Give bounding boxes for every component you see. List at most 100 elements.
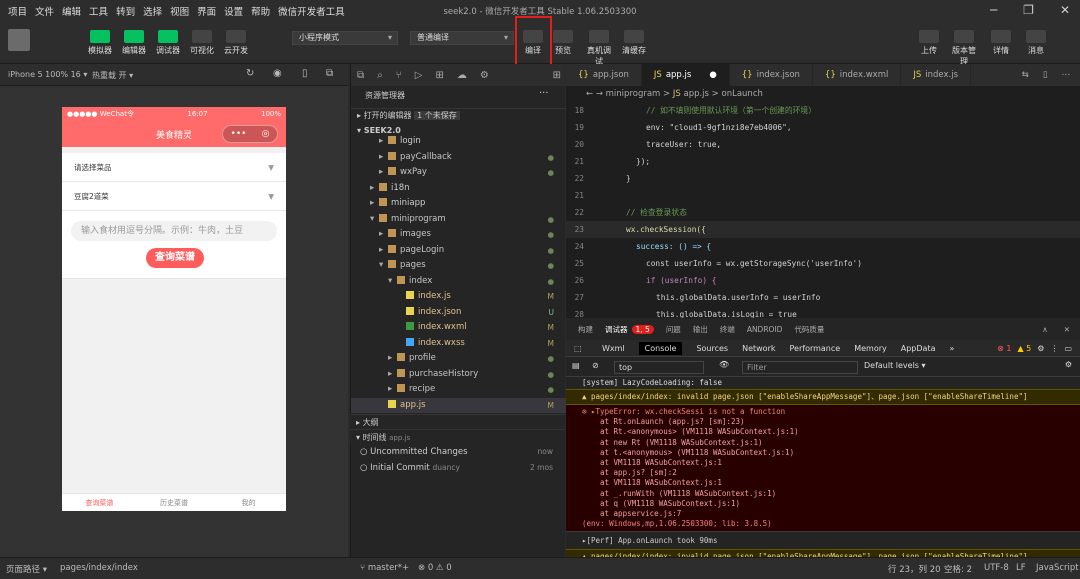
- more-icon[interactable]: •••: [231, 129, 247, 139]
- console-line[interactable]: ⊗ ▸TypeError: wx.checkSessi is not a fun…: [566, 405, 1080, 418]
- dish-picker[interactable]: 请选择菜品 ▼: [62, 153, 286, 182]
- 版本管理-button[interactable]: 版本管理: [950, 30, 978, 67]
- debug-icon[interactable]: ▷: [415, 70, 423, 81]
- layout-icon[interactable]: ▯: [1043, 64, 1048, 86]
- devtools-tab[interactable]: AppData: [901, 344, 936, 353]
- indent-setting[interactable]: 空格: 2: [944, 563, 972, 575]
- close-panel-icon[interactable]: ✕: [1064, 325, 1070, 334]
- devtools-tab[interactable]: Console: [638, 341, 683, 355]
- tree-item[interactable]: ▸ pageLogin ●: [351, 243, 566, 259]
- open-editors-section[interactable]: ▸ 打开的编辑器 1 个未保存: [351, 108, 566, 122]
- devtools-tab[interactable]: Performance: [790, 344, 841, 353]
- tree-item[interactable]: index.json U: [351, 305, 566, 321]
- 云开发-button[interactable]: 云开发: [222, 30, 250, 56]
- avatar[interactable]: [8, 29, 30, 51]
- panel-tab[interactable]: 代码质量: [794, 324, 824, 335]
- page-path-label[interactable]: 页面路径 ▾: [6, 563, 47, 575]
- gear-icon[interactable]: ⚙: [1037, 344, 1044, 353]
- more-icon[interactable]: ⋮: [1050, 344, 1058, 353]
- code-editor[interactable]: 18 // 如不填则使用默认环境（第一个创建的环境） 19 env: "cloud1-…: [566, 102, 1080, 319]
- menu-item[interactable]: 文件: [35, 4, 54, 18]
- source-control-icon[interactable]: ⑂: [396, 70, 402, 81]
- ingredient-input[interactable]: 输入食材用逗号分隔。示例：牛肉，土豆: [71, 221, 277, 241]
- menu-item[interactable]: 帮助: [251, 4, 270, 18]
- search-icon[interactable]: ⌕: [377, 70, 383, 81]
- query-recipe-button[interactable]: 查询菜谱: [146, 248, 204, 268]
- console-line[interactable]: ▲ pages/index/index: invalid page.json […: [566, 549, 1080, 557]
- menu-item[interactable]: 编辑: [62, 4, 81, 18]
- clear-console-icon[interactable]: ⊘: [592, 361, 599, 370]
- tree-item[interactable]: index.wxml M: [351, 320, 566, 336]
- tree-item[interactable]: ▸ profile ●: [351, 351, 566, 367]
- maximize-icon[interactable]: ❐: [1023, 3, 1034, 17]
- close-mini-icon[interactable]: ◎: [262, 129, 270, 139]
- menu-item[interactable]: 工具: [89, 4, 108, 18]
- tree-item[interactable]: app.js M: [351, 397, 566, 413]
- 真机调试-button[interactable]: 真机调试: [585, 30, 613, 67]
- context-select[interactable]: top: [614, 361, 704, 374]
- branch-label[interactable]: ⑂ master*+: [360, 563, 409, 573]
- rotate-icon[interactable]: ↻: [246, 68, 254, 79]
- tree-item[interactable]: index.wxss M: [351, 336, 566, 352]
- panel-tab[interactable]: 终端: [720, 324, 735, 335]
- breadcrumb-item[interactable]: miniprogram: [606, 89, 661, 99]
- devtools-tab[interactable]: Memory: [854, 344, 887, 353]
- encoding[interactable]: UTF-8: [984, 563, 1009, 573]
- 上传-button[interactable]: 上传: [915, 30, 943, 56]
- problems-count[interactable]: ⊗ 0 ⚠ 0: [418, 563, 452, 573]
- compile-select[interactable]: 普通编译: [410, 31, 514, 45]
- 预览-button[interactable]: 预览: [549, 30, 577, 56]
- menu-item[interactable]: 微信开发者工具: [278, 4, 345, 18]
- add-icon[interactable]: ⊞: [553, 70, 561, 81]
- tree-item[interactable]: ▸ i18n: [351, 181, 566, 197]
- nav-arrows[interactable]: ← →: [586, 89, 606, 99]
- eol[interactable]: LF: [1016, 563, 1026, 573]
- count-picker[interactable]: 豆腐2道菜 ▼: [62, 182, 286, 211]
- more-icon[interactable]: ⋯: [1062, 64, 1071, 86]
- unsaved-dot-icon[interactable]: ●: [709, 70, 716, 80]
- sidebar-toggle-icon[interactable]: ▤: [572, 361, 580, 370]
- gear-icon[interactable]: ⚙: [1065, 360, 1072, 369]
- 模拟器-button[interactable]: 模拟器: [86, 30, 114, 56]
- phone-tab[interactable]: 我的: [211, 494, 286, 511]
- warning-count[interactable]: ▲ 5: [1017, 344, 1031, 353]
- phone-tab[interactable]: 查询菜谱: [62, 494, 137, 511]
- 编辑器-button[interactable]: 编辑器: [120, 30, 148, 56]
- filter-input[interactable]: Filter: [742, 361, 858, 374]
- capsule-menu[interactable]: ••• ◎: [222, 125, 278, 143]
- mode-select[interactable]: 小程序模式: [292, 31, 398, 45]
- panel-tab[interactable]: ANDROID: [747, 325, 783, 334]
- 消息-button[interactable]: 消息: [1022, 30, 1050, 56]
- collapse-panel-icon[interactable]: ∧: [1042, 325, 1048, 334]
- editor-tab[interactable]: {} index.json: [730, 64, 813, 86]
- tree-item[interactable]: ▾ miniprogram ●: [351, 212, 566, 228]
- files-icon[interactable]: ⧉: [357, 70, 364, 81]
- breadcrumb-item[interactable]: app.js: [683, 89, 709, 99]
- console-line[interactable]: ▲ pages/index/index: invalid page.json […: [566, 389, 1080, 405]
- timeline-section[interactable]: ▾ 时间线 app.js: [350, 429, 565, 444]
- eye-icon[interactable]: 👁: [719, 360, 729, 369]
- 调试器-button[interactable]: 调试器: [154, 30, 182, 56]
- inspect-icon[interactable]: ⬚: [574, 344, 582, 353]
- minimize-icon[interactable]: ─: [990, 3, 997, 17]
- panel-tab[interactable]: 调试器: [605, 324, 628, 335]
- 详情-button[interactable]: 详情: [987, 30, 1015, 56]
- tree-item[interactable]: ▸ purchaseHistory ●: [351, 367, 566, 383]
- devtools-tab[interactable]: Wxml: [602, 344, 625, 353]
- menu-item[interactable]: 项目: [8, 4, 27, 18]
- page-path[interactable]: pages/index/index: [60, 563, 138, 573]
- tree-item[interactable]: ▸ miniapp: [351, 196, 566, 212]
- menu-item[interactable]: 视图: [170, 4, 189, 18]
- tree-item[interactable]: ▸ images ●: [351, 227, 566, 243]
- tree-item[interactable]: index.js M: [351, 289, 566, 305]
- menu-item[interactable]: 转到: [116, 4, 135, 18]
- tree-item[interactable]: ▾ pages ●: [351, 258, 566, 274]
- tree-item[interactable]: ▾ index ●: [351, 274, 566, 290]
- menu-item[interactable]: 设置: [224, 4, 243, 18]
- breadcrumb-item[interactable]: onLaunch: [722, 89, 763, 99]
- tree-item[interactable]: ▸ login: [351, 134, 566, 150]
- popout-icon[interactable]: ⧉: [326, 68, 333, 79]
- cloud-icon[interactable]: ☁: [457, 70, 467, 81]
- device-select[interactable]: iPhone 5 100% 16 ▾: [8, 70, 87, 79]
- error-count[interactable]: ⊗ 1: [997, 344, 1011, 353]
